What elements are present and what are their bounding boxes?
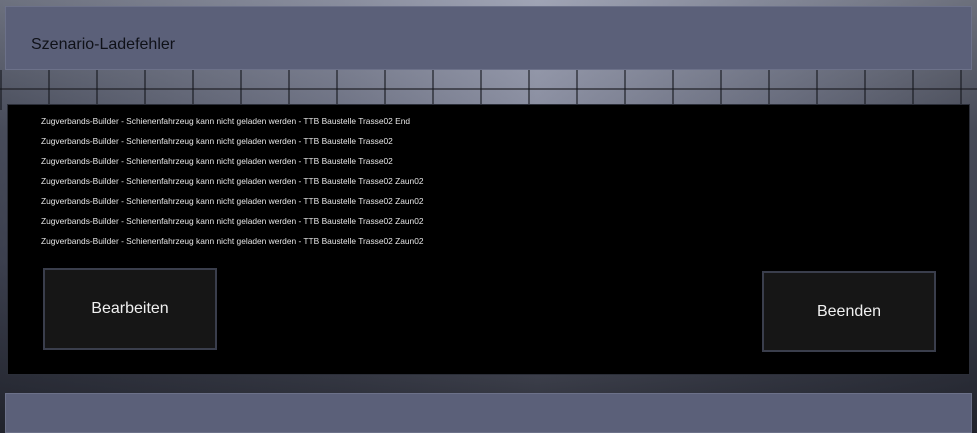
error-list: Zugverbands-Builder - Schienenfahrzeug k… xyxy=(41,115,424,255)
dialog-title: Szenario-Ladefehler xyxy=(31,36,176,53)
error-item: Zugverbands-Builder - Schienenfahrzeug k… xyxy=(41,156,393,166)
error-item: Zugverbands-Builder - Schienenfahrzeug k… xyxy=(41,136,393,146)
dialog-header: Szenario-Ladefehler xyxy=(5,6,972,70)
error-panel: Zugverbands-Builder - Schienenfahrzeug k… xyxy=(7,104,970,375)
error-item: Zugverbands-Builder - Schienenfahrzeug k… xyxy=(41,116,411,126)
error-item: Zugverbands-Builder - Schienenfahrzeug k… xyxy=(41,236,424,246)
edit-button[interactable]: Bearbeiten xyxy=(43,268,217,350)
footer-bar xyxy=(5,393,972,433)
error-item: Zugverbands-Builder - Schienenfahrzeug k… xyxy=(41,196,424,206)
error-item: Zugverbands-Builder - Schienenfahrzeug k… xyxy=(41,176,424,186)
error-item: Zugverbands-Builder - Schienenfahrzeug k… xyxy=(41,216,424,226)
quit-button[interactable]: Beenden xyxy=(762,271,936,352)
